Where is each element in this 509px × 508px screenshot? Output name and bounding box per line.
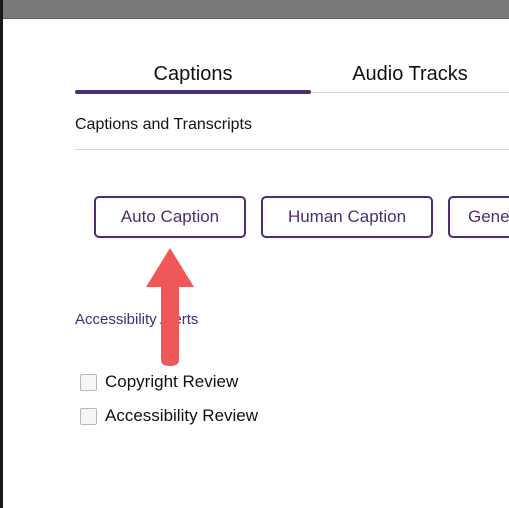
section-divider (75, 149, 509, 150)
auto-caption-button[interactable]: Auto Caption (94, 196, 246, 238)
human-caption-button[interactable]: Human Caption (261, 196, 433, 238)
red-up-arrow-icon (146, 248, 194, 366)
active-tab-indicator (75, 90, 311, 94)
section-title: Captions and Transcripts (75, 116, 252, 133)
generate-button[interactable]: Gene (448, 196, 509, 238)
accessibility-review-label[interactable]: Accessibility Review (105, 405, 258, 427)
tab-bar: Captions Audio Tracks (75, 54, 509, 94)
window-top-bar (3, 0, 509, 19)
accessibility-review-checkbox[interactable] (80, 408, 97, 425)
tab-captions[interactable]: Captions (75, 54, 311, 94)
arrow-shape (146, 248, 194, 366)
tab-divider (311, 92, 509, 93)
tab-audio-tracks[interactable]: Audio Tracks (311, 54, 509, 94)
app-frame: Captions Audio Tracks Captions and Trans… (0, 0, 509, 508)
copyright-review-label[interactable]: Copyright Review (105, 371, 238, 393)
copyright-review-checkbox[interactable] (80, 374, 97, 391)
